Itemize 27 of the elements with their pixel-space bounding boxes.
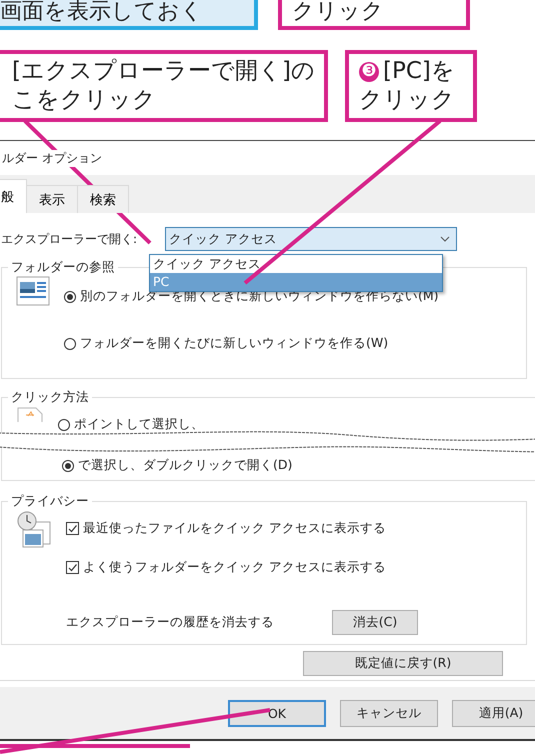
option-label: よく使うフォルダーをクイック アクセスに表示する — [83, 559, 386, 576]
restore-defaults-button[interactable]: 既定値に戻す(R) — [303, 651, 503, 676]
step-number: ❸ — [359, 62, 379, 82]
dialog-button[interactable]: 適用(A) — [452, 700, 535, 726]
option-label: ポイントして選択し、 — [74, 416, 204, 433]
window-title: ルダー オプション — [2, 150, 102, 166]
callout-text: こをクリック — [12, 86, 156, 115]
dropdown-option[interactable]: クイック アクセス — [150, 255, 442, 273]
callout-text: クリック — [292, 0, 384, 25]
option-label: で選択し、ダブルクリックで開く(D) — [78, 457, 292, 474]
tab[interactable]: 般 — [0, 179, 27, 213]
option-label: エクスプローラーの履歴を消去する — [66, 614, 274, 631]
callout-text: クリック — [359, 86, 455, 115]
tab[interactable]: 検索 — [77, 185, 129, 213]
clear-button[interactable]: 消去(C) — [332, 610, 418, 635]
dropdown[interactable]: クイック アクセス — [165, 227, 458, 251]
option-label: 最近使ったファイルをクイック アクセスに表示する — [83, 520, 386, 537]
group-title: プライバシー — [10, 493, 90, 510]
dialog-button[interactable]: OK — [228, 700, 326, 726]
option-label: フォルダーを開くたびに新しいウィンドウを作る(W) — [80, 335, 388, 352]
callout-text: [PC]を — [383, 57, 455, 86]
dialog-button[interactable]: キャンセル — [340, 700, 438, 726]
callout-text: [エクスプローラーで開く]の — [12, 57, 315, 86]
callout-text: 画面を表示しておく — [0, 0, 203, 25]
field-label: エクスプローラーで開く: — [1, 230, 138, 248]
group-title: フォルダーの参照 — [10, 259, 116, 276]
group-title: クリック方法 — [10, 389, 90, 406]
